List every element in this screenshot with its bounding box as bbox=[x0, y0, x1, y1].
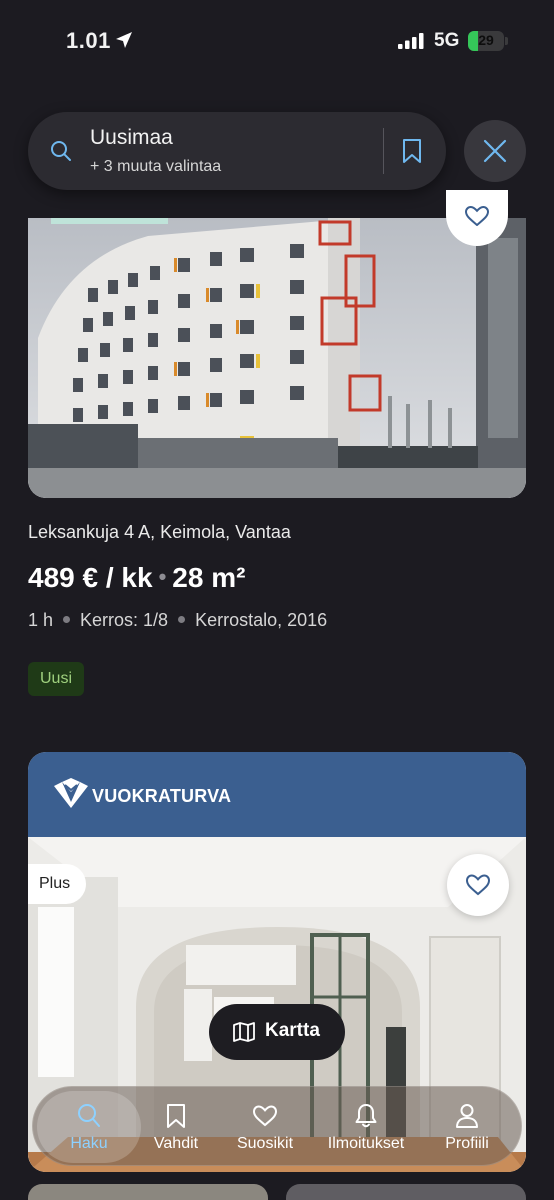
bell-icon bbox=[355, 1104, 377, 1128]
separator-dot: • bbox=[158, 564, 167, 589]
listing-address[interactable]: Leksankuja 4 A, Keimola, Vantaa bbox=[28, 522, 291, 543]
plus-badge: Plus bbox=[28, 864, 87, 904]
tab-label: Suosikit bbox=[236, 1135, 294, 1152]
search-location: Uusimaa bbox=[90, 126, 173, 149]
favorite-button[interactable] bbox=[447, 854, 509, 916]
tab-vahdit[interactable]: Vahdit bbox=[127, 1087, 225, 1167]
tab-profiili[interactable]: Profiili bbox=[418, 1087, 516, 1167]
battery-percentage: 29 bbox=[478, 32, 494, 48]
tab-ilmoitukset[interactable]: Ilmoitukset bbox=[317, 1087, 415, 1167]
search-bar[interactable]: Uusimaa + 3 muuta valintaa bbox=[28, 112, 446, 190]
tab-label: Ilmoitukset bbox=[327, 1135, 405, 1152]
map-button-label: Kartta bbox=[265, 1020, 320, 1041]
search-icon bbox=[51, 141, 71, 161]
new-badge: Uusi bbox=[28, 662, 85, 696]
tab-label: Haku bbox=[70, 1135, 108, 1152]
close-icon bbox=[483, 139, 507, 163]
map-button[interactable]: Kartta bbox=[209, 1004, 345, 1060]
listing-price: 489 € / kk bbox=[28, 562, 153, 593]
heart-icon bbox=[465, 206, 489, 226]
search-icon bbox=[78, 1104, 100, 1127]
tab-label: Vahdit bbox=[153, 1135, 199, 1152]
agency-header: VUOKRATURVA bbox=[28, 752, 526, 837]
map-icon bbox=[233, 1022, 255, 1042]
listing-floor: Kerros: 1/8 bbox=[80, 610, 169, 630]
agency-name: VUOKRATURVA bbox=[92, 786, 232, 806]
tab-suosikit[interactable]: Suosikit bbox=[216, 1087, 314, 1167]
clock: 1.01 bbox=[66, 28, 111, 53]
listing-price-area: 489 € / kk • 28 m² bbox=[28, 562, 245, 594]
battery-icon: 29 bbox=[468, 31, 508, 51]
tab-haku[interactable]: Haku bbox=[37, 1091, 141, 1163]
heart-icon bbox=[466, 874, 490, 896]
listing-area: 28 m² bbox=[172, 562, 246, 593]
listing-badge-partial bbox=[51, 218, 168, 224]
cellular-signal-icon bbox=[398, 33, 424, 49]
vuokraturva-logo-icon bbox=[54, 778, 88, 808]
listing-building-type: Kerrostalo, 2016 bbox=[195, 610, 328, 630]
listing-photo[interactable] bbox=[28, 218, 526, 498]
listing-card-partial[interactable] bbox=[28, 1184, 268, 1200]
person-icon bbox=[456, 1104, 478, 1128]
status-bar: 1.01 5G 29 bbox=[0, 0, 554, 84]
listing-card-partial[interactable] bbox=[286, 1184, 526, 1200]
bottom-navigation: Haku Vahdit Suosikit Ilmoitukset Profiil… bbox=[32, 1086, 522, 1166]
location-arrow-icon bbox=[116, 32, 132, 48]
tab-label: Profiili bbox=[445, 1135, 489, 1152]
search-divider bbox=[383, 128, 384, 174]
separator-dot bbox=[63, 616, 71, 623]
bookmark-icon bbox=[167, 1104, 185, 1128]
save-search-bookmark-icon[interactable] bbox=[400, 138, 424, 164]
listing-rooms: 1 h bbox=[28, 610, 54, 630]
network-type: 5G bbox=[434, 30, 460, 51]
search-filters-summary: + 3 muuta valintaa bbox=[90, 158, 222, 175]
separator-dot bbox=[178, 616, 186, 623]
close-search-button[interactable] bbox=[464, 120, 526, 182]
heart-icon bbox=[253, 1105, 277, 1127]
listing-details: 1 h Kerros: 1/8 Kerrostalo, 2016 bbox=[28, 610, 327, 631]
